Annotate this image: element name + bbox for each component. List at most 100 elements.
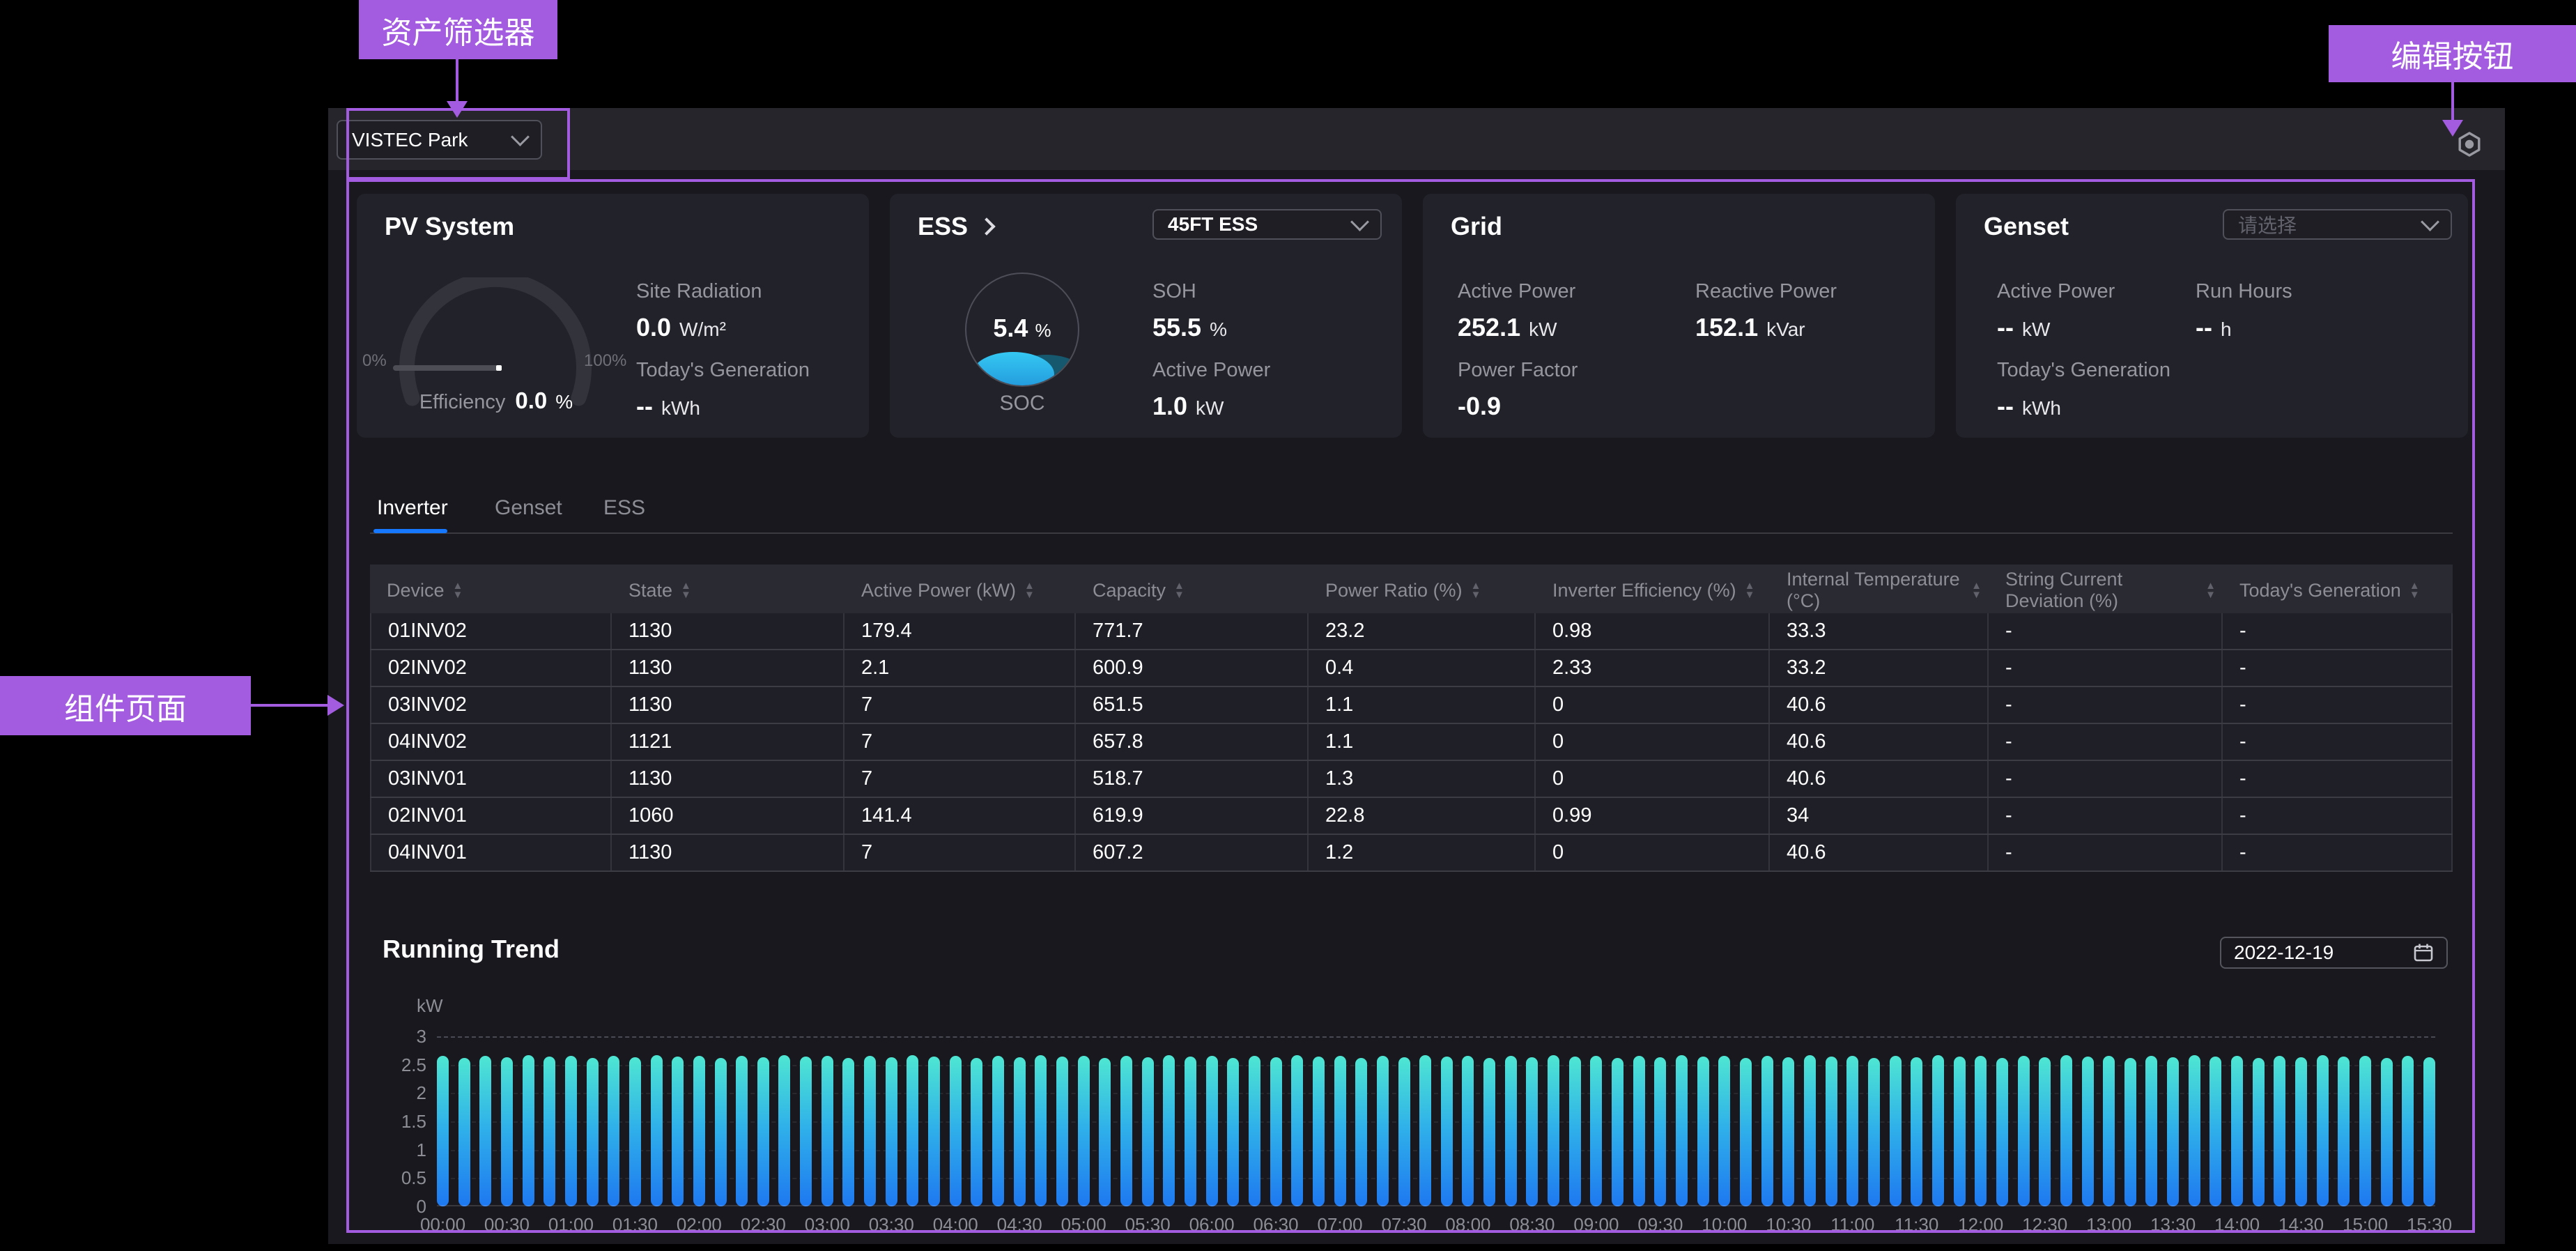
trend-bar: [1804, 1055, 1816, 1206]
trend-bar: [672, 1057, 684, 1206]
gauge-min-label: 0%: [362, 351, 387, 371]
table-cell: -: [2223, 687, 2453, 723]
table-row[interactable]: 02INV0211302.1600.90.42.3333.2--: [370, 650, 2453, 687]
column-header[interactable]: State ▲▼: [612, 565, 844, 616]
x-tick-label: 01:00: [548, 1214, 594, 1236]
pv-generation-stat: Today's Generation --kWh: [636, 359, 810, 421]
trend-bar: [1954, 1057, 1966, 1206]
sort-carets-icon[interactable]: ▲▼: [681, 581, 691, 599]
table-row[interactable]: 04INV0111307607.21.2040.6--: [370, 835, 2453, 872]
trend-bar: [1996, 1058, 2008, 1206]
chevron-down-icon: [1350, 213, 1369, 231]
trend-bar: [2103, 1056, 2115, 1206]
grid-card: Grid Active Power 252.1kW Reactive Power…: [1423, 194, 1935, 438]
ess-active-power-stat: Active Power 1.0kW: [1152, 359, 1270, 421]
x-tick-label: 06:30: [1254, 1214, 1299, 1236]
sort-carets-icon[interactable]: ▲▼: [1745, 581, 1755, 599]
table-row[interactable]: 03INV0111307518.71.3040.6--: [370, 761, 2453, 798]
tab-genset[interactable]: Genset: [495, 496, 562, 520]
trend-date-picker[interactable]: 2022-12-19: [2220, 937, 2448, 969]
sort-carets-icon[interactable]: ▲▼: [1971, 581, 1982, 599]
ess-card: ESS 45FT ESS 5.4 % SOC SOH 55.5% Active …: [890, 194, 1402, 438]
table-cell: 33.3: [1770, 613, 1989, 649]
column-header[interactable]: Power Ratio (%) ▲▼: [1309, 565, 1536, 616]
sort-carets-icon[interactable]: ▲▼: [2409, 581, 2420, 599]
table-cell: 771.7: [1076, 613, 1309, 649]
tab-inverter[interactable]: Inverter: [377, 496, 448, 520]
sort-carets-icon[interactable]: ▲▼: [1174, 581, 1185, 599]
stat-unit: kWh: [2022, 397, 2061, 420]
column-header[interactable]: Active Power (kW)▲▼: [844, 565, 1076, 616]
table-row[interactable]: 03INV0211307651.51.1040.6--: [370, 687, 2453, 724]
trend-bar: [1569, 1057, 1581, 1206]
genset-active-power-stat: Active Power --kW: [1997, 280, 2115, 342]
trend-bar: [1826, 1057, 1837, 1206]
ess-unit-select[interactable]: 45FT ESS: [1152, 209, 1382, 240]
x-tick-label: 06:00: [1189, 1214, 1235, 1236]
table-cell: -: [1989, 798, 2223, 834]
sort-carets-icon[interactable]: ▲▼: [453, 581, 463, 599]
table-cell: 0: [1536, 724, 1770, 760]
x-tick-label: 05:30: [1125, 1214, 1171, 1236]
table-cell: -: [1989, 835, 2223, 870]
sort-carets-icon[interactable]: ▲▼: [1024, 581, 1035, 599]
x-tick-label: 13:00: [2086, 1214, 2131, 1236]
x-tick-label: 15:00: [2343, 1214, 2388, 1236]
x-tick-label: 13:30: [2150, 1214, 2196, 1236]
column-header[interactable]: Inverter Efficiency (%)▲▼: [1536, 565, 1770, 616]
table-row[interactable]: 02INV011060141.4619.922.80.9934--: [370, 798, 2453, 835]
column-header[interactable]: Device▲▼: [370, 565, 612, 616]
table-row[interactable]: 01INV021130179.4771.723.20.9833.3--: [370, 613, 2453, 650]
column-header[interactable]: Capacity▲▼: [1076, 565, 1309, 616]
column-header[interactable]: Internal Temperature (°C) ▲▼: [1770, 565, 1989, 616]
x-tick-label: 11:00: [1830, 1214, 1874, 1236]
table-cell: 7: [844, 761, 1076, 797]
gauge-max-label: 100%: [584, 351, 626, 371]
grid-card-title: Grid: [1451, 212, 1502, 241]
table-cell: 03INV02: [370, 687, 612, 723]
table-row[interactable]: 04INV0211217657.81.1040.6--: [370, 724, 2453, 761]
x-tick-label: 08:30: [1509, 1214, 1555, 1236]
trend-bar: [842, 1058, 854, 1206]
x-tick-label: 12:00: [1958, 1214, 2003, 1236]
column-header-label: Power Ratio (%): [1325, 580, 1463, 601]
table-cell: 0: [1536, 687, 1770, 723]
trend-bar: [1377, 1056, 1389, 1206]
trend-bar: [2295, 1057, 2307, 1206]
table-cell: -: [1989, 613, 2223, 649]
column-header-label: Internal Temperature (°C): [1787, 569, 1963, 612]
column-header-label: State: [628, 580, 672, 601]
table-cell: 1130: [612, 835, 844, 870]
genset-card-title: Genset: [1984, 212, 2069, 241]
sort-carets-icon[interactable]: ▲▼: [2205, 581, 2216, 599]
chart-x-axis-labels: 00:0000:3001:0001:3002:0002:3003:0003:30…: [437, 1214, 2435, 1238]
trend-bar: [523, 1055, 534, 1206]
x-tick-label: 04:00: [933, 1214, 978, 1236]
asset-filter-select[interactable]: VISTEC Park: [337, 120, 542, 160]
tab-ess[interactable]: ESS: [603, 496, 645, 520]
table-cell: 600.9: [1076, 650, 1309, 686]
stat-label: Reactive Power: [1695, 280, 1837, 303]
trend-bar: [1014, 1057, 1026, 1206]
genset-unit-select[interactable]: 请选择: [2223, 209, 2452, 240]
efficiency-unit: %: [555, 391, 573, 413]
table-cell: 651.5: [1076, 687, 1309, 723]
table-cell: 2.1: [844, 650, 1076, 686]
trend-bar: [1355, 1058, 1367, 1206]
column-header[interactable]: Today's Generation▲▼: [2223, 565, 2453, 616]
genset-card: Genset 请选择 Active Power --kW Run Hours -…: [1956, 194, 2468, 438]
table-cell: 01INV02: [370, 613, 612, 649]
column-header[interactable]: String Current Deviation (%)▲▼: [1989, 565, 2223, 616]
stat-value: -0.9: [1458, 392, 1501, 421]
table-cell: 7: [844, 724, 1076, 760]
stat-value: 55.5: [1152, 313, 1201, 342]
trend-bar: [1120, 1056, 1132, 1206]
table-cell: 03INV01: [370, 761, 612, 797]
trend-bar: [800, 1057, 812, 1206]
table-cell: 1130: [612, 613, 844, 649]
table-cell: 04INV01: [370, 835, 612, 870]
sort-carets-icon[interactable]: ▲▼: [1471, 581, 1481, 599]
trend-bar: [608, 1056, 619, 1206]
ess-card-title-link[interactable]: ESS: [918, 212, 993, 241]
trend-bar: [715, 1058, 727, 1206]
